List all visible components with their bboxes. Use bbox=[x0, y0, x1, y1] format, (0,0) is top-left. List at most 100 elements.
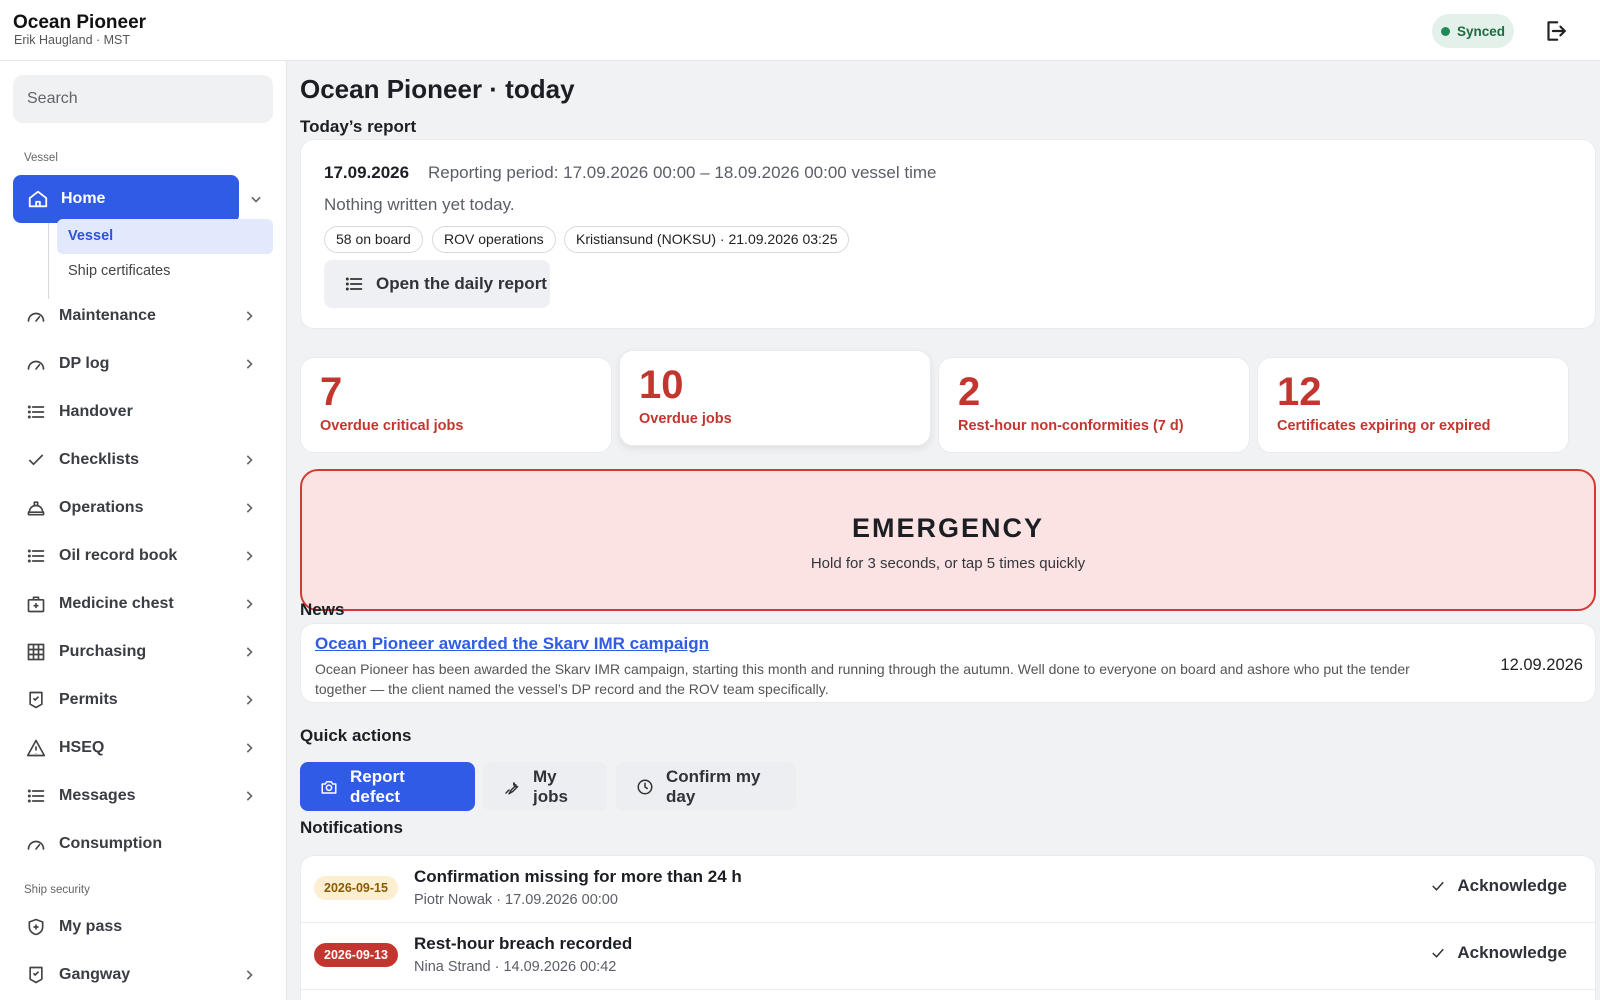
sidebar-item-label: My pass bbox=[59, 918, 123, 935]
sidebar-item-label: Handover bbox=[59, 403, 133, 420]
list-icon bbox=[25, 545, 47, 567]
permit-icon bbox=[25, 964, 47, 986]
acknowledge-button[interactable]: Acknowledge bbox=[1429, 876, 1567, 896]
stat-value: 2 bbox=[958, 370, 981, 414]
news-date: 12.09.2026 bbox=[1500, 656, 1583, 674]
helmet-icon bbox=[25, 497, 47, 519]
notification-meta: Nina Strand · 14.09.2026 00:42 bbox=[414, 959, 617, 975]
sidebar-item-handover[interactable]: Handover bbox=[13, 390, 273, 434]
chevron-right-icon bbox=[239, 450, 259, 470]
sidebar-item-dp-log[interactable]: DP log bbox=[13, 342, 273, 386]
confirm-my-day-button[interactable]: Confirm my day bbox=[616, 762, 796, 811]
stat-value: 12 bbox=[1277, 370, 1322, 414]
wrench-icon bbox=[503, 778, 521, 796]
notification-row: 2026-09-13 Rest-hour breach recorded Nin… bbox=[301, 923, 1595, 990]
stat-label: Rest-hour non-conformities (7 d) bbox=[958, 418, 1184, 434]
stat-label: Overdue jobs bbox=[639, 411, 732, 427]
sidebar-item-hseq[interactable]: HSEQ bbox=[13, 726, 273, 770]
chevron-down-icon[interactable] bbox=[246, 189, 266, 209]
report-defect-button[interactable]: Report defect bbox=[300, 762, 475, 811]
notifications-heading: Notifications bbox=[300, 818, 403, 837]
sidebar-item-permits[interactable]: Permits bbox=[13, 678, 273, 722]
stat-overdue-critical-jobs[interactable]: 7 Overdue critical jobs bbox=[300, 357, 612, 453]
chevron-right-icon bbox=[239, 738, 259, 758]
chip-on-board: 58 on board bbox=[324, 226, 423, 253]
my-jobs-button[interactable]: My jobs bbox=[483, 762, 607, 811]
sidebar-item-messages[interactable]: Messages bbox=[13, 774, 273, 818]
sidebar-item-label: Checklists bbox=[59, 451, 140, 468]
chip-next-port: Kristiansund (NOKSU) · 21.09.2026 03:25 bbox=[564, 226, 850, 253]
home-icon bbox=[27, 188, 49, 210]
check-icon bbox=[25, 449, 47, 471]
notification-date-badge: 2026-09-15 bbox=[314, 876, 398, 900]
stat-rest-hour-nonconformities[interactable]: 2 Rest-hour non-conformities (7 d) bbox=[938, 357, 1250, 453]
sidebar-item-operations[interactable]: Operations bbox=[13, 486, 273, 530]
sidebar-item-checklists[interactable]: Checklists bbox=[13, 438, 273, 482]
sidebar-item-medicine-chest[interactable]: Medicine chest bbox=[13, 582, 273, 626]
stat-label: Overdue critical jobs bbox=[320, 418, 464, 434]
report-empty-text: Nothing written yet today. bbox=[324, 195, 515, 214]
subnav-divider bbox=[48, 223, 49, 299]
sidebar-item-label: Home bbox=[61, 190, 106, 207]
report-date: 17.09.2026 bbox=[324, 163, 410, 182]
emergency-instruction: Hold for 3 seconds, or tap 5 times quick… bbox=[810, 555, 1086, 572]
open-daily-report-button[interactable]: Open the daily report bbox=[324, 260, 550, 308]
sidebar-item-my-pass[interactable]: My pass bbox=[13, 905, 273, 949]
news-title-link[interactable]: Ocean Pioneer awarded the Skarv IMR camp… bbox=[315, 634, 709, 654]
top-bar: Ocean Pioneer Erik Haugland · MST Synced bbox=[0, 0, 1600, 61]
sidebar-item-oil-record-book[interactable]: Oil record book bbox=[13, 534, 273, 578]
grid-icon bbox=[25, 641, 47, 663]
news-body: Ocean Pioneer has been awarded the Skarv… bbox=[315, 661, 1410, 697]
confirm-my-day-label: Confirm my day bbox=[666, 766, 761, 806]
sidebar-item-home[interactable]: Home bbox=[13, 175, 239, 223]
sync-status-label: Synced bbox=[1456, 23, 1506, 39]
sidebar-item-purchasing[interactable]: Purchasing bbox=[13, 630, 273, 674]
medkit-icon bbox=[25, 593, 47, 615]
sidebar-item-label: Permits bbox=[59, 691, 118, 708]
my-jobs-label: My jobs bbox=[533, 766, 568, 806]
emergency-button[interactable]: EMERGENCY Hold for 3 seconds, or tap 5 t… bbox=[300, 469, 1596, 611]
report-period: Reporting period: 17.09.2026 00:00 – 18.… bbox=[428, 163, 937, 182]
stat-overdue-jobs[interactable]: 10 Overdue jobs bbox=[619, 350, 931, 446]
acknowledge-label: Acknowledge bbox=[1457, 876, 1567, 895]
acknowledge-label: Acknowledge bbox=[1457, 943, 1567, 962]
warning-icon bbox=[25, 737, 47, 759]
chevron-right-icon bbox=[239, 642, 259, 662]
sidebar-item-label: Oil record book bbox=[59, 547, 178, 564]
sidebar-item-maintenance[interactable]: Maintenance bbox=[13, 294, 273, 338]
sync-dot-icon bbox=[1440, 26, 1450, 36]
sidebar-item-label: Medicine chest bbox=[59, 595, 174, 612]
stat-value: 7 bbox=[320, 370, 343, 414]
emergency-title: EMERGENCY bbox=[851, 513, 1045, 543]
app-title: Ocean Pioneer bbox=[13, 12, 147, 33]
stat-value: 10 bbox=[639, 363, 684, 407]
sidebar-item-consumption[interactable]: Consumption bbox=[13, 822, 273, 866]
sync-status-badge: Synced bbox=[1432, 14, 1514, 48]
daily-report-card: 17.09.2026 Reporting period: 17.09.2026 … bbox=[300, 139, 1596, 329]
chevron-right-icon bbox=[239, 546, 259, 566]
check-icon bbox=[1429, 944, 1447, 962]
chevron-right-icon bbox=[239, 354, 259, 374]
sidebar-item-label: HSEQ bbox=[59, 739, 105, 756]
search-input[interactable] bbox=[13, 75, 273, 123]
notification-row: 2026-09-15 Confirmation missing for more… bbox=[301, 856, 1595, 923]
chevron-right-icon bbox=[239, 498, 259, 518]
sidebar-item-gangway[interactable]: Gangway bbox=[13, 953, 273, 997]
sidebar-subitem-vessel[interactable]: Vessel bbox=[57, 219, 273, 254]
user-line: Erik Haugland · MST bbox=[14, 33, 131, 47]
sidebar-item-label: Maintenance bbox=[59, 307, 156, 324]
sidebar-subitem-ship-certificates[interactable]: Ship certificates bbox=[68, 263, 170, 279]
stat-label: Certificates expiring or expired bbox=[1277, 418, 1491, 434]
stat-certificates-expiring[interactable]: 12 Certificates expiring or expired bbox=[1257, 357, 1569, 453]
logout-icon[interactable] bbox=[1542, 18, 1568, 44]
page-title: Ocean Pioneer · today bbox=[300, 74, 575, 104]
notification-title: Rest-hour breach recorded bbox=[414, 934, 633, 953]
sidebar: Vessel Home Vessel Ship certificates Mai… bbox=[0, 61, 287, 1000]
gauge-icon bbox=[25, 833, 47, 855]
sidebar-item-label: Purchasing bbox=[59, 643, 147, 660]
news-heading: News bbox=[300, 600, 345, 619]
acknowledge-button[interactable]: Acknowledge bbox=[1429, 943, 1567, 963]
list-icon bbox=[25, 401, 47, 423]
permit-icon bbox=[25, 689, 47, 711]
vessel-section-label: Vessel bbox=[24, 152, 58, 164]
